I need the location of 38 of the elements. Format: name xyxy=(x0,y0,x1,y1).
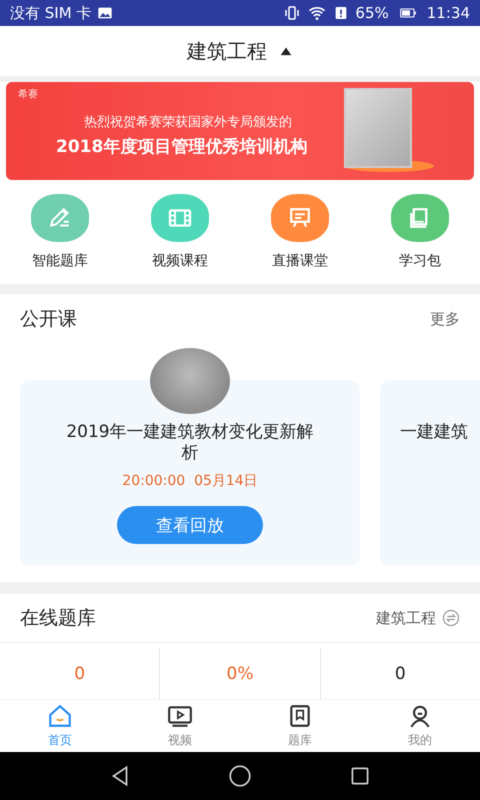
wifi-icon xyxy=(307,4,328,22)
shortcut-label: 直播课堂 xyxy=(272,252,328,270)
image-icon xyxy=(97,5,114,21)
stat-value: 0 xyxy=(74,664,86,684)
tab-item[interactable]: 题库 xyxy=(240,700,360,752)
shortcut-label: 学习包 xyxy=(399,252,441,270)
section-title: 在线题库 xyxy=(20,606,96,631)
tab-item[interactable]: 视频 xyxy=(120,700,240,752)
course-card[interactable]: 2019年一建建筑教材变化更新解析 20:00:00 05月14日 查看回放 xyxy=(20,380,360,566)
menu-shortcut[interactable]: 视频课程 xyxy=(126,194,234,270)
more-link[interactable]: 更多 xyxy=(430,310,460,328)
menu-shortcut[interactable]: 学习包 xyxy=(366,194,474,270)
tab-item[interactable]: 我的 xyxy=(360,700,480,752)
shortcut-label: 智能题库 xyxy=(32,252,88,270)
stat-value: 0% xyxy=(226,664,254,684)
sim-alert-icon xyxy=(333,5,350,21)
brand-logo-text: 希赛 xyxy=(18,88,38,101)
banner-title: 2018年度项目管理优秀培训机构 xyxy=(56,136,308,158)
clock-time: 11:34 xyxy=(426,4,470,22)
stat-value: 0 xyxy=(394,664,406,684)
section-title: 公开课 xyxy=(20,307,77,332)
battery-percent: 65% xyxy=(355,4,389,22)
home-icon xyxy=(46,703,74,729)
vibrate-icon xyxy=(283,4,302,22)
menu-shortcut[interactable]: 智能题库 xyxy=(6,194,114,270)
carrier-text: 没有 SIM 卡 xyxy=(10,4,92,22)
shortcut-label: 视频课程 xyxy=(152,252,208,270)
menu-shortcut[interactable]: 直播课堂 xyxy=(246,194,354,270)
course-title: 一建建筑 xyxy=(400,422,468,443)
course-card[interactable]: 一建建筑 xyxy=(380,380,480,566)
course-title: 2019年一建建筑教材变化更新解析 xyxy=(65,422,315,464)
subject-label: 建筑工程 xyxy=(376,608,436,628)
banner-headline: 热烈祝贺希赛荣获国家外专局颁发的 xyxy=(84,114,292,130)
promo-banner[interactable]: 希赛 热烈祝贺希赛荣获国家外专局颁发的 2018年度项目管理优秀培训机构 xyxy=(6,82,474,180)
course-time: 20:00:00 05月14日 xyxy=(122,472,258,490)
home-circle-icon[interactable] xyxy=(227,763,253,789)
swap-icon[interactable] xyxy=(442,609,460,627)
subject-title[interactable]: 建筑工程 xyxy=(187,38,267,64)
